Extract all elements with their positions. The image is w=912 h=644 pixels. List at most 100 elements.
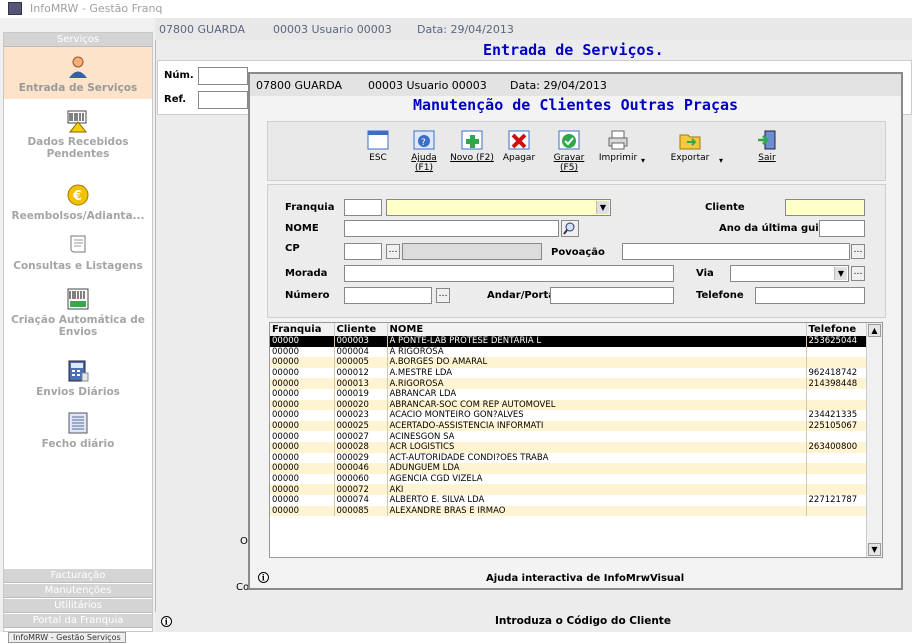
- table-row[interactable]: 00000 000046 ADUNGUEM LDA: [270, 463, 867, 474]
- print-dropdown-arrow[interactable]: ▾: [641, 156, 645, 165]
- main-status-text: Introduza o Código do Cliente: [495, 615, 671, 627]
- via-select[interactable]: ▼: [730, 265, 849, 282]
- cell-nome: A RIGOROSA: [387, 346, 807, 358]
- sidebar-panel: Entrada de Serviços Dados Recebidos Pend…: [4, 47, 152, 565]
- sidebar-item-envios-diarios[interactable]: Envios Diários: [4, 359, 152, 405]
- cell-cliente: 000028: [334, 441, 388, 453]
- table-row[interactable]: 00000 000085 ALEXANDRE BRAS E IRMAO: [270, 505, 867, 517]
- sidebar-item-consultas[interactable]: Consultas e Listagens: [4, 233, 152, 273]
- nome-input[interactable]: [344, 220, 559, 237]
- add-icon: [461, 130, 483, 150]
- povoacao-label: Povoação: [551, 247, 605, 258]
- table-row[interactable]: 00000 000025 ACERTADO-ASSISTENCIA INFORMAT…: [270, 420, 867, 432]
- sidebar-section-facturacao[interactable]: Facturação: [4, 569, 152, 583]
- table-row[interactable]: 00000 000029 ACT-AUTORIDADE CONDI?OES TRAB…: [270, 452, 867, 464]
- table-row[interactable]: 00000 000020 ABRANCAR-SOC COM REP AUTOMOVE…: [270, 399, 867, 411]
- sidebar-item-fecho-diario[interactable]: Fecho diário: [4, 411, 152, 455]
- cell-cliente: 000012: [334, 367, 388, 379]
- esc-button[interactable]: ESC: [355, 130, 401, 163]
- help-button[interactable]: ? Ajuda (F1): [401, 130, 447, 173]
- scroll-icon: [70, 235, 86, 253]
- cell-telefone: 214398448: [806, 378, 867, 389]
- cell-cliente: 000027: [334, 431, 388, 442]
- grid-scrollbar[interactable]: ▲ ▼: [866, 323, 882, 557]
- sidebar-section-utilitarios[interactable]: Utilitários: [4, 599, 152, 613]
- telefone-input[interactable]: [755, 287, 865, 304]
- cell-cliente: 000004: [334, 346, 388, 358]
- table-row[interactable]: 00000 000060 AGENCIA CGD VIZELA: [270, 473, 867, 485]
- info-icon: i: [161, 616, 172, 627]
- table-row[interactable]: 00000 000074 ALBERTO E. SILVA LDA 227121787: [270, 494, 867, 506]
- via-lookup-button[interactable]: …: [851, 266, 865, 281]
- cliente-input[interactable]: [785, 199, 865, 216]
- numero-input[interactable]: [344, 287, 432, 304]
- table-row[interactable]: 00000 000013 A.RIGOROSA 214398448: [270, 378, 867, 389]
- sidebar-item-criacao-automatica[interactable]: Criação Automática de Envios: [4, 287, 152, 347]
- table-row[interactable]: 00000 000028 ACR LOGISTICS 263400800: [270, 441, 867, 453]
- col-header-nome[interactable]: NOME: [387, 323, 807, 336]
- export-button[interactable]: Exportar: [667, 130, 713, 163]
- scroll-up-icon[interactable]: ▲: [868, 324, 881, 337]
- main-statusbar: i Introduza o Código do Cliente: [155, 612, 912, 632]
- cell-franquia: 00000: [270, 357, 335, 368]
- sidebar-section-manutencoes[interactable]: Manutenções: [4, 584, 152, 598]
- cell-telefone: [806, 505, 867, 517]
- sidebar-header-servicos[interactable]: Serviços: [4, 33, 152, 47]
- andar-porta-input[interactable]: [550, 287, 674, 304]
- exit-button[interactable]: Sair: [744, 130, 790, 163]
- sidebar-item-dados-recebidos[interactable]: Dados Recebidos Pendentes: [4, 109, 152, 171]
- export-dropdown-arrow[interactable]: ▾: [719, 156, 723, 165]
- franquia-input[interactable]: [344, 199, 382, 216]
- cell-nome: ALEXANDRE BRAS E IRMAO: [387, 505, 807, 517]
- taskbar-button[interactable]: InfoMRW - Gestão Serviços: [8, 632, 126, 643]
- new-button[interactable]: Novo (F2): [449, 130, 495, 163]
- cell-nome: ACERTADO-ASSISTENCIA INFORMATI: [387, 420, 807, 432]
- num-input[interactable]: [198, 67, 248, 85]
- ref-label: Ref.: [164, 94, 187, 105]
- main-user: 00003 Usuario 00003: [273, 23, 392, 36]
- clientes-grid[interactable]: Franquia Cliente NOME Telefone 00000 0000…: [269, 322, 883, 558]
- cell-cliente: 000060: [334, 473, 388, 485]
- ano-ultima-guia-input[interactable]: [819, 220, 865, 237]
- table-row[interactable]: 00000 000004 A RIGOROSA: [270, 346, 867, 358]
- cell-cliente: 000085: [334, 505, 388, 517]
- cp-lookup-button[interactable]: …: [386, 244, 400, 259]
- search-icon[interactable]: [561, 220, 579, 237]
- barcode-warning-icon: [67, 110, 88, 133]
- taskbar: InfoMRW - Gestão Serviços: [0, 632, 912, 644]
- cell-nome: AGENCIA CGD VIZELA: [387, 473, 807, 485]
- modal-header: 07800 GUARDA 00003 Usuario 00003 Data: 2…: [250, 74, 901, 96]
- table-row[interactable]: 00000 000019 ABRANCAR LDA: [270, 388, 867, 400]
- table-row[interactable]: 00000 000005 A.BORGES DO AMARAL: [270, 357, 867, 368]
- table-row[interactable]: 00000 000023 ACACIO MONTEIRO GON?ALVES 2344…: [270, 410, 867, 421]
- main-header: 07800 GUARDA 00003 Usuario 00003 Data: 2…: [155, 18, 912, 40]
- morada-label: Morada: [285, 268, 328, 279]
- cell-telefone: [806, 346, 867, 358]
- cell-franquia: 00000: [270, 388, 335, 400]
- table-row[interactable]: 00000 000003 A PONTE-LAB PROTESE DENTARIA …: [270, 336, 867, 347]
- col-header-franquia[interactable]: Franquia: [270, 323, 335, 336]
- povoacao-input[interactable]: [622, 243, 850, 260]
- sidebar: Serviços Entrada de Serviços Dados Receb…: [3, 32, 153, 632]
- table-row[interactable]: 00000 000072 AKI: [270, 484, 867, 495]
- sidebar-item-reembolsos[interactable]: € Reembolsos/Adianta...: [4, 183, 152, 223]
- cell-cliente: 000072: [334, 484, 388, 495]
- col-header-telefone[interactable]: Telefone: [806, 323, 867, 336]
- sidebar-section-portal[interactable]: Portal da Franquia: [4, 614, 152, 628]
- povoacao-lookup-button[interactable]: …: [851, 244, 865, 259]
- table-row[interactable]: 00000 000012 A.MESTRE LDA 962418742: [270, 367, 867, 379]
- table-row[interactable]: 00000 000027 ACINESGON SA: [270, 431, 867, 442]
- print-button[interactable]: Imprimir: [595, 130, 641, 163]
- delete-button[interactable]: Apagar: [496, 130, 542, 163]
- cell-nome: ABRANCAR-SOC COM REP AUTOMOVEL: [387, 399, 807, 411]
- cell-telefone: 234421335: [806, 410, 867, 421]
- scroll-down-icon[interactable]: ▼: [868, 543, 881, 556]
- col-header-cliente[interactable]: Cliente: [334, 323, 388, 336]
- numero-lookup-button[interactable]: …: [436, 288, 450, 303]
- morada-input[interactable]: [344, 265, 674, 282]
- franquia-select[interactable]: ▼: [386, 199, 611, 216]
- cp-input[interactable]: [344, 243, 382, 260]
- ref-input[interactable]: [198, 91, 248, 109]
- sidebar-item-entrada-servicos[interactable]: Entrada de Serviços: [4, 47, 152, 99]
- save-button[interactable]: Gravar (F5): [546, 130, 592, 173]
